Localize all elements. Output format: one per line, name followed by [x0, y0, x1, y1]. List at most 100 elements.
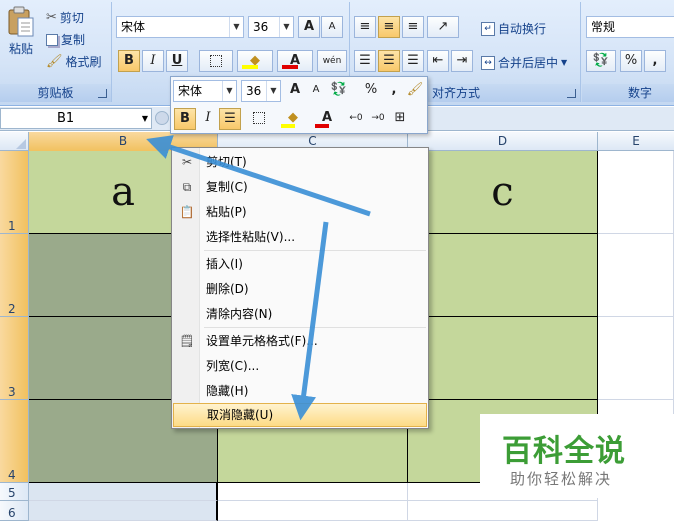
mini-center-button[interactable]: ☰ — [219, 108, 241, 130]
format-painter-icon: 🖌 — [406, 82, 424, 97]
mini-format-painter-button[interactable]: 🖌 — [404, 80, 426, 102]
mini-font-name-combo[interactable]: 宋体 ▼ — [173, 80, 237, 102]
row-header-6[interactable]: 6 — [0, 501, 29, 521]
italic-button[interactable]: I — [142, 50, 164, 72]
menu-item-copy[interactable]: ⧉ 复制(C) — [173, 175, 427, 199]
font-size-value: 36 — [253, 20, 269, 34]
cell-b6[interactable] — [29, 501, 218, 521]
format-painter-button[interactable]: 🖌 格式刷 — [46, 53, 102, 70]
mini-bold-button[interactable]: B — [174, 108, 196, 130]
menu-item-hide[interactable]: 隐藏(H) — [173, 379, 427, 403]
menu-item-label: 设置单元格格式(F)... — [206, 334, 318, 348]
menu-item-clear-contents[interactable]: 清除内容(N) — [173, 302, 427, 326]
row-header-1[interactable]: 1 — [0, 151, 29, 234]
mini-comma-button[interactable]: , — [383, 80, 405, 102]
row-header-5[interactable]: 5 — [0, 483, 29, 501]
cell-d6[interactable] — [408, 501, 598, 521]
number-format-value: 常规 — [591, 20, 616, 34]
menu-item-label: 插入(I) — [206, 257, 243, 271]
cell-d2[interactable] — [408, 234, 598, 317]
mini-percent-button[interactable]: % — [360, 80, 382, 102]
chevron-down-icon[interactable]: ▼ — [142, 109, 148, 128]
chevron-down-icon[interactable]: ▼ — [279, 17, 293, 37]
mini-decrease-decimal-button[interactable]: →0 — [367, 108, 389, 130]
font-color-letter: A — [321, 110, 333, 125]
underline-button[interactable]: U — [166, 50, 188, 72]
cell-c5[interactable] — [218, 483, 408, 501]
mini-grow-font-button[interactable]: A — [284, 80, 306, 102]
mini-accounting-button[interactable]: 💱 — [328, 80, 350, 102]
name-box-resize-handle[interactable] — [155, 111, 169, 125]
font-color-button[interactable]: A — [277, 50, 313, 72]
border-button[interactable] — [199, 50, 233, 72]
mini-increase-decimal-button[interactable]: ←0 — [345, 108, 367, 130]
chevron-down-icon[interactable]: ▼ — [229, 17, 243, 37]
fill-color-bar — [242, 65, 258, 69]
accounting-format-button[interactable]: 💱 — [586, 50, 616, 72]
menu-item-insert[interactable]: 插入(I) — [173, 252, 427, 276]
select-all-corner[interactable] — [0, 132, 29, 151]
mini-font-color-button[interactable]: A — [311, 108, 343, 130]
mini-italic-button[interactable]: I — [197, 108, 219, 130]
cell-e1[interactable] — [598, 151, 674, 234]
orientation-button[interactable]: ↗ — [427, 16, 459, 38]
cut-label: 剪切 — [59, 11, 84, 25]
increase-indent-button[interactable]: ⇥ — [451, 50, 473, 72]
chevron-down-icon[interactable]: ▼ — [266, 81, 280, 101]
shrink-font-button[interactable]: A — [321, 16, 343, 38]
bold-button[interactable]: B — [118, 50, 140, 72]
column-header-e[interactable]: E — [598, 132, 674, 151]
mini-fill-color-button[interactable]: ◆ — [277, 108, 309, 130]
menu-item-column-width[interactable]: 列宽(C)... — [173, 354, 427, 378]
cut-button[interactable]: ✂ 剪切 — [46, 9, 84, 26]
cell-b5[interactable] — [29, 483, 218, 501]
percent-button[interactable]: % — [620, 50, 642, 72]
paint-bucket-icon: ◆ — [288, 110, 298, 125]
cell-c6[interactable] — [218, 501, 408, 521]
watermark: 百科全说 助你轻松解决 — [480, 414, 674, 498]
align-right-button[interactable]: ☰ — [402, 50, 424, 72]
column-header-d[interactable]: D — [408, 132, 598, 151]
decrease-indent-button[interactable]: ⇤ — [427, 50, 449, 72]
row-header-2[interactable]: 2 — [0, 234, 29, 317]
comma-button[interactable]: , — [644, 50, 666, 72]
row-header-3[interactable]: 3 — [0, 317, 29, 400]
cell-d1[interactable]: c — [408, 151, 598, 234]
chevron-down-icon[interactable]: ▼ — [222, 81, 236, 101]
menu-item-paste[interactable]: 📋 粘贴(P) — [173, 200, 427, 224]
row-header-4[interactable]: 4 — [0, 400, 29, 483]
chevron-down-icon[interactable]: ▼ — [561, 58, 567, 67]
cell-e2[interactable] — [598, 234, 674, 317]
fill-color-button[interactable]: ◆ — [237, 50, 273, 72]
cell-d3[interactable] — [408, 317, 598, 400]
menu-item-paste-special[interactable]: 选择性粘贴(V)... — [173, 225, 427, 249]
clipboard-launcher-icon[interactable] — [98, 89, 107, 98]
mini-border-button[interactable] — [243, 108, 275, 130]
menu-item-delete[interactable]: 删除(D) — [173, 277, 427, 301]
menu-item-unhide[interactable]: 取消隐藏(U) — [173, 403, 427, 427]
font-size-combo[interactable]: 36 ▼ — [248, 16, 294, 38]
paste-button[interactable]: 粘贴 — [6, 6, 36, 57]
copy-button[interactable]: 复制 — [46, 31, 85, 48]
align-bottom-button[interactable]: ≡ — [402, 16, 424, 38]
menu-item-cut[interactable]: ✂ 剪切(T) — [173, 150, 427, 174]
font-name-combo[interactable]: 宋体 ▼ — [116, 16, 244, 38]
number-format-combo[interactable]: 常规 — [586, 16, 674, 38]
mini-merge-button[interactable]: ⊞ — [389, 108, 411, 130]
align-center-button[interactable]: ☰ — [378, 50, 400, 72]
wrap-text-button[interactable]: ↵ 自动换行 — [481, 20, 546, 37]
phonetic-button[interactable]: wén — [317, 50, 347, 72]
menu-item-label: 删除(D) — [206, 282, 249, 296]
mini-font-size-combo[interactable]: 36 ▼ — [241, 80, 281, 102]
grow-font-button[interactable]: A — [298, 16, 320, 38]
context-menu: ✂ 剪切(T) ⧉ 复制(C) 📋 粘贴(P) 选择性粘贴(V)... 插入(I… — [171, 147, 429, 429]
align-middle-button[interactable]: ≡ — [378, 16, 400, 38]
name-box[interactable]: B1 ▼ — [0, 108, 152, 129]
merge-center-button[interactable]: ↔ 合并后居中 ▼ — [481, 54, 567, 71]
alignment-launcher-icon[interactable] — [567, 89, 576, 98]
mini-shrink-font-button[interactable]: A — [305, 80, 327, 102]
menu-item-format-cells[interactable]: 🗒 设置单元格格式(F)... — [173, 329, 427, 353]
align-left-button[interactable]: ☰ — [354, 50, 376, 72]
cell-e3[interactable] — [598, 317, 674, 400]
align-top-button[interactable]: ≡ — [354, 16, 376, 38]
